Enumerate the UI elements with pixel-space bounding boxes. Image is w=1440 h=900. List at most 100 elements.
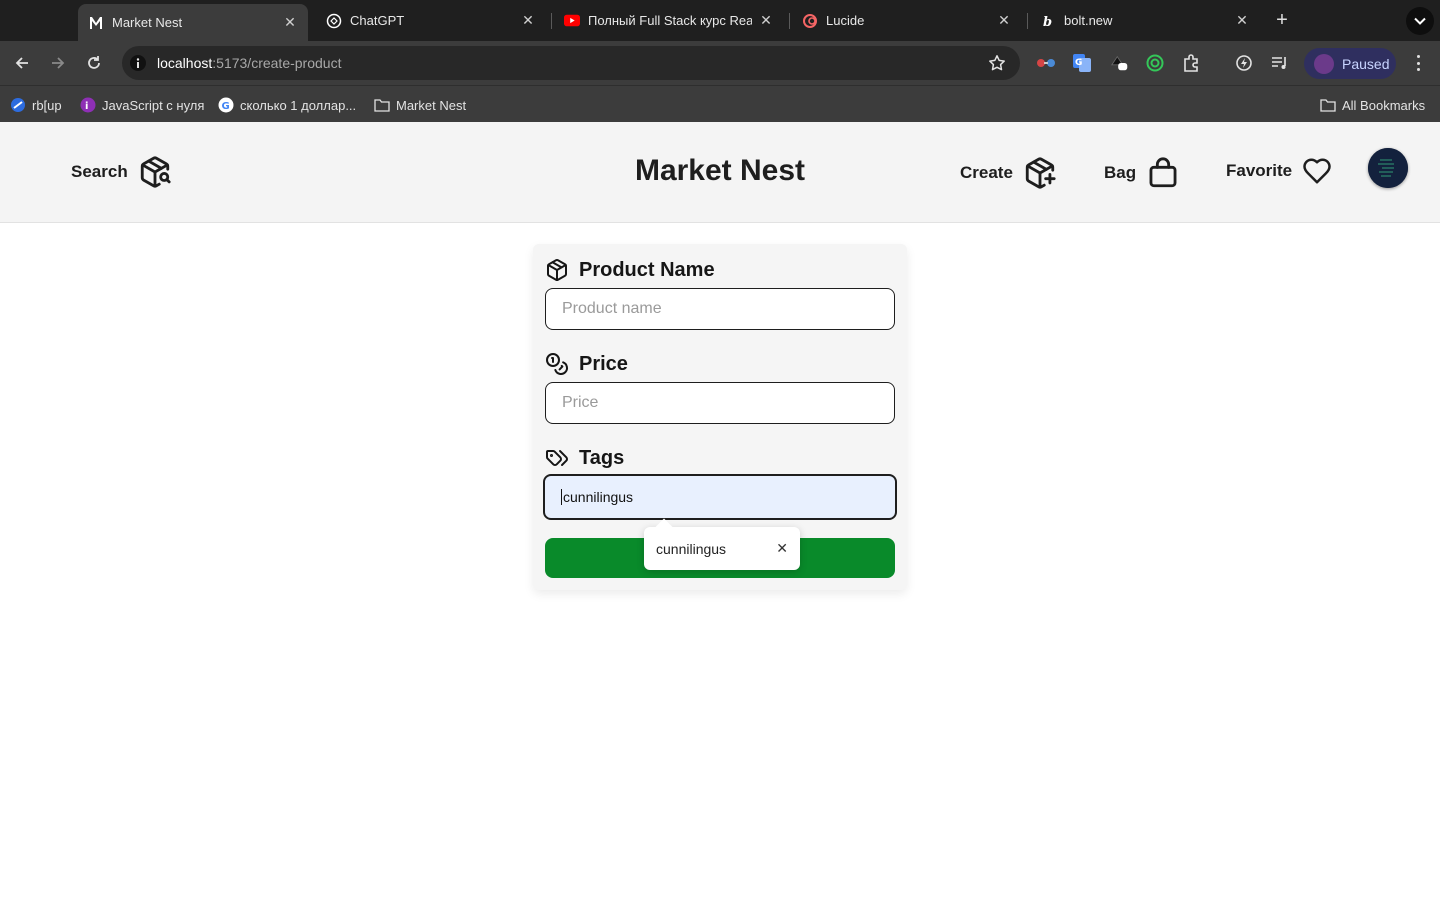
lucide-favicon: [802, 13, 818, 29]
green-ring-extension-icon[interactable]: [1145, 53, 1165, 73]
app-header: Search Market Nest Create Bag Favorite: [0, 122, 1440, 223]
url-path: :5173/create-product: [212, 55, 342, 71]
tags-label-text: Tags: [579, 446, 625, 469]
create-nav[interactable]: Create: [960, 156, 1057, 190]
puzzle-extensions-icon[interactable]: [1181, 53, 1201, 73]
folder-icon: [374, 97, 390, 113]
media-controls-icon[interactable]: [1270, 53, 1290, 73]
reload-icon[interactable]: [82, 51, 106, 75]
performance-icon[interactable]: [1234, 53, 1254, 73]
text-caret: [561, 489, 562, 505]
remove-suggestion-close-icon[interactable]: ✕: [776, 540, 788, 557]
js-icon: i: [80, 97, 96, 113]
tags-input-value: cunnilingus: [563, 489, 634, 505]
bookmark-label: сколько 1 доллар...: [240, 97, 357, 113]
favorite-label: Favorite: [1226, 161, 1293, 180]
profile-paused-button[interactable]: Paused: [1304, 48, 1396, 79]
site-info-icon[interactable]: [126, 51, 150, 75]
tab-separator: [789, 13, 790, 29]
bookmark-label: Market Nest: [396, 97, 467, 113]
tab-bolt[interactable]: b bolt.new ✕: [1030, 6, 1260, 35]
tab-separator: [1027, 13, 1028, 29]
profile-avatar: [1314, 53, 1334, 74]
svg-text:i: i: [85, 101, 88, 112]
bookmark-label: JavaScript с нуля: [102, 97, 205, 113]
search-label: Search: [71, 162, 128, 181]
youtube-favicon: [564, 13, 580, 29]
tab-separator: [551, 13, 552, 29]
create-label: Create: [960, 163, 1013, 182]
tab-close-icon[interactable]: ✕: [520, 12, 536, 29]
market-nest-favicon: [88, 15, 104, 31]
shopping-bag-icon: [1149, 157, 1177, 188]
bookmark-star-icon[interactable]: [988, 54, 1006, 72]
glasses-extension-icon[interactable]: [1036, 53, 1056, 73]
bag-nav[interactable]: Bag: [1104, 156, 1180, 190]
new-tab-button[interactable]: +: [1270, 9, 1294, 33]
folder-icon: [1320, 97, 1336, 113]
google-icon: G: [218, 97, 234, 113]
brand-title[interactable]: Market Nest: [560, 154, 880, 188]
search-nav[interactable]: Search: [71, 155, 172, 189]
bag-label: Bag: [1104, 163, 1137, 182]
package-icon: [547, 259, 567, 281]
product-name-placeholder: Product name: [562, 300, 662, 317]
tab-close-icon[interactable]: ✕: [282, 14, 298, 31]
autofill-suggestion-text[interactable]: cunnilingus: [656, 541, 776, 557]
svg-text:b: b: [1043, 15, 1052, 28]
hat-extension-icon[interactable]: [1110, 53, 1130, 73]
tab-title: Market Nest: [112, 15, 183, 30]
package-search-icon: [140, 156, 171, 188]
url-host: localhost: [157, 55, 213, 71]
tab-close-icon[interactable]: ✕: [996, 12, 1012, 29]
browser-toolbar: localhost:5173/create-product G Paused: [0, 41, 1440, 85]
chatgpt-favicon: [326, 13, 342, 29]
all-bookmarks[interactable]: All Bookmarks: [1320, 95, 1425, 115]
browser-menu-icon[interactable]: [1410, 53, 1426, 73]
tags-input[interactable]: cunnilingus: [543, 474, 897, 520]
browser-tab-strip: Market Nest ✕ ChatGPT ✕ Полный Full Stac…: [0, 0, 1440, 41]
product-name-label: Product Name: [545, 258, 715, 282]
user-avatar[interactable]: [1368, 148, 1408, 188]
heart-icon: [1303, 158, 1331, 184]
bookmarks-bar: rb[up i JavaScript с нуля G сколько 1 до…: [0, 85, 1440, 122]
product-name-input[interactable]: Product name: [545, 288, 895, 330]
bookmark-javascript[interactable]: i JavaScript с нуля: [80, 95, 204, 115]
favorite-nav[interactable]: Favorite: [1226, 156, 1332, 186]
tab-market-nest[interactable]: Market Nest ✕: [78, 4, 308, 41]
tab-title: Полный Full Stack курс Reac: [588, 13, 752, 28]
tab-title: ChatGPT: [350, 13, 405, 28]
address-bar[interactable]: localhost:5173/create-product: [122, 46, 1020, 80]
tab-search-chevron-icon[interactable]: [1406, 7, 1434, 35]
back-arrow-icon[interactable]: [10, 51, 34, 75]
price-label: Price: [545, 352, 628, 376]
all-bookmarks-label: All Bookmarks: [1342, 97, 1426, 113]
bookmark-rb[interactable]: rb[up: [10, 95, 62, 115]
coins-icon: [546, 353, 568, 375]
autofill-suggestion-popup[interactable]: cunnilingus ✕: [644, 518, 800, 570]
tab-title: Lucide: [826, 13, 865, 28]
bookmark-label: rb[up: [32, 97, 62, 113]
svg-text:G: G: [222, 101, 230, 112]
tags-icon: [546, 450, 568, 466]
svg-text:G: G: [1075, 58, 1082, 68]
package-plus-icon: [1025, 157, 1056, 189]
profile-paused-label: Paused: [1342, 55, 1390, 72]
tab-chatgpt[interactable]: ChatGPT ✕: [316, 6, 546, 35]
tab-title: bolt.new: [1064, 13, 1113, 28]
tags-label: Tags: [545, 446, 624, 470]
tab-youtube[interactable]: Полный Full Stack курс Reac ✕: [554, 6, 784, 35]
price-placeholder: Price: [562, 394, 599, 411]
rb-icon: [10, 97, 26, 113]
bolt-favicon: b: [1040, 13, 1056, 29]
price-label-text: Price: [579, 352, 628, 375]
forward-arrow-icon[interactable]: [46, 51, 70, 75]
price-input[interactable]: Price: [545, 382, 895, 424]
tab-close-icon[interactable]: ✕: [758, 12, 774, 29]
tab-lucide[interactable]: Lucide ✕: [792, 6, 1022, 35]
bookmark-google[interactable]: G сколько 1 доллар...: [218, 95, 356, 115]
bookmark-folder-market-nest[interactable]: Market Nest: [374, 95, 466, 115]
tab-close-icon[interactable]: ✕: [1234, 12, 1250, 29]
product-name-label-text: Product Name: [579, 258, 715, 281]
translate-extension-icon[interactable]: G: [1072, 53, 1092, 73]
